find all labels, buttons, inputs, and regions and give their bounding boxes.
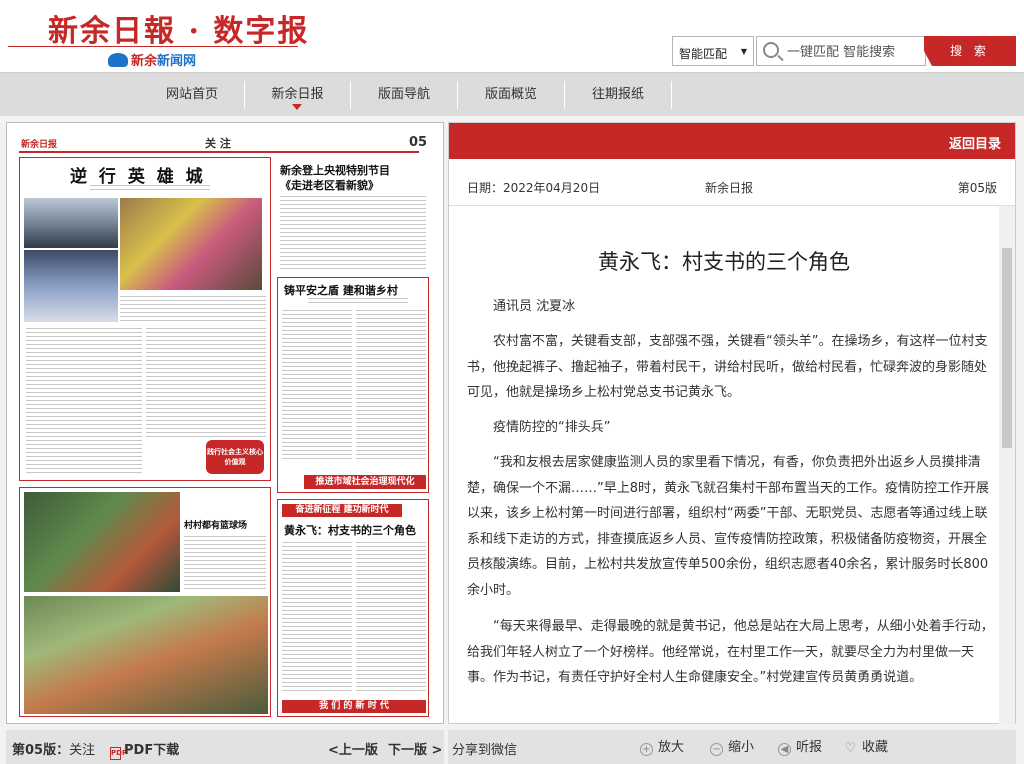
banner-our-era: 我 们 的 新 时 代	[282, 700, 426, 713]
article-header-bar: 返回目录	[449, 123, 1015, 159]
search-box[interactable]	[756, 36, 926, 66]
newspaper-section-title: 关 注	[205, 137, 231, 150]
news-logo-icon	[108, 53, 128, 67]
zoom-in-label: 放大	[658, 740, 685, 755]
nav-item-home[interactable]: 网站首页	[140, 73, 244, 116]
safety-subheadline	[308, 298, 408, 306]
page-nav-bar: 第05版：关注 PDFPDF下载 <上一版 下一版 >	[6, 730, 444, 764]
caret-down-icon: ▼	[740, 47, 747, 56]
story-block-huang[interactable]: 奋进新征程 建功新时代 黄永飞：村支书的三个角色 我 们 的 新 时 代	[277, 499, 429, 717]
zoom-in-button[interactable]: + 放大	[640, 736, 684, 756]
logo-sub-brand: 新余	[131, 54, 158, 69]
safety-text-col-1	[282, 310, 352, 460]
zoom-out-button[interactable]: − 缩小	[710, 736, 754, 756]
favorite-label: 收藏	[862, 740, 889, 755]
listen-label: 听报	[796, 740, 823, 755]
newspaper-masthead: 新余日报	[21, 140, 58, 150]
article-title: 黄永飞：村支书的三个角色	[598, 250, 850, 274]
zoom-out-label: 缩小	[728, 740, 755, 755]
headline-huang: 黄永飞：村支书的三个角色	[284, 524, 416, 537]
page-thumbnail-panel: 新余日报 关 注 05 逆 行 英 雄 城 践行社会主义核心价值观 新余登上央视…	[6, 122, 444, 724]
core-values-badge: 践行社会主义核心价值观	[206, 440, 264, 474]
article-panel: 返回目录 日期：2022年04月20日 新余日报 第05版 黄永飞：村支书的三个…	[448, 122, 1016, 724]
main-nav: 网站首页 新余日报 版面导航 版面概览 往期报纸	[0, 72, 1024, 116]
headline-cctv-b: 《走进老区看新貌》	[280, 179, 379, 192]
cctv-text	[280, 196, 426, 272]
subheadline-lines	[90, 185, 210, 193]
banner-new-era: 奋进新征程 建功新时代	[282, 504, 402, 517]
site-logo-title[interactable]: 新余日報 · 数字报	[48, 6, 309, 50]
zoom-in-icon: +	[640, 743, 653, 756]
article-toolbar: 分享到微信 + 放大 − 缩小 ◀ 听报 ♡ 收藏	[448, 730, 1016, 764]
pdf-download-label: PDF下载	[124, 743, 180, 758]
pdf-icon: PDF	[110, 747, 127, 760]
article-subheading: 疫情防控的“排头兵”	[493, 420, 611, 435]
logo-sub-net: 新闻网	[157, 54, 197, 69]
story-text-col-1	[26, 328, 142, 476]
favorite-button[interactable]: ♡ 收藏	[844, 736, 888, 756]
headline-cctv-a: 新余登上央视特别节目	[280, 164, 390, 177]
story-block-cctv[interactable]: 新余登上央视特别节目 《走进老区看新貌》	[277, 157, 429, 275]
edition-section: 关注	[69, 743, 96, 758]
listen-button[interactable]: ◀ 听报	[778, 736, 822, 756]
article-scrollbar[interactable]	[999, 206, 1015, 724]
listen-icon: ◀	[778, 743, 791, 756]
article-edition: 第05版	[957, 181, 997, 195]
logo-divider	[8, 46, 298, 47]
huang-text-col-2	[356, 542, 426, 692]
scrollbar-thumb[interactable]	[1002, 248, 1012, 448]
story-block-safety[interactable]: 铸平安之盾 建和谐乡村 推进市域社会治理现代化	[277, 277, 429, 493]
story-block-heroes[interactable]: 逆 行 英 雄 城 践行社会主义核心价值观	[19, 157, 271, 481]
news-site-logo[interactable]: 新余新闻网	[108, 50, 196, 69]
share-wechat-link[interactable]: 分享到微信	[452, 739, 517, 758]
zoom-out-icon: −	[710, 743, 723, 756]
huang-text-col-1	[282, 542, 352, 692]
story-block-basketball[interactable]: 村村都有篮球场	[19, 487, 271, 717]
photo-basketball-court-aerial	[24, 492, 180, 592]
back-to-contents-link[interactable]: 返回目录	[949, 133, 1001, 152]
article-paper-name: 新余日报	[705, 181, 754, 195]
nav-item-page-nav[interactable]: 版面导航	[351, 73, 457, 116]
article-paragraph: “我和友根去居家健康监测人员的家里看下情况，有香，你负责把外出返乡人员摸排清楚，…	[467, 455, 990, 598]
search-mode-value: 智能匹配	[679, 47, 728, 61]
nav-item-archive[interactable]: 往期报纸	[565, 73, 671, 116]
heart-icon: ♡	[844, 741, 857, 756]
article-byline: 通讯员 沈夏冰	[493, 299, 576, 314]
pdf-download-link[interactable]: PDFPDF下载	[110, 739, 179, 760]
prev-page-link[interactable]: <上一版	[328, 739, 378, 758]
edition-number: 第05版：	[12, 743, 70, 758]
headline-basketball: 村村都有篮球场	[184, 521, 248, 531]
search-mode-select[interactable]: 智能匹配 ▼	[672, 36, 754, 66]
photo-team-group	[24, 250, 118, 322]
search-button[interactable]: 搜 索	[924, 36, 1016, 66]
basketball-text	[184, 536, 266, 592]
photo-caption-lines	[120, 296, 266, 322]
newspaper-page-image[interactable]: 新余日报 关 注 05 逆 行 英 雄 城 践行社会主义核心价值观 新余登上央视…	[15, 131, 437, 719]
story-text-col-2	[146, 328, 266, 438]
nav-divider	[671, 81, 672, 109]
nav-active-arrow-icon	[292, 104, 302, 110]
current-edition-label: 第05版：关注	[12, 739, 95, 758]
headline-safety: 铸平安之盾 建和谐乡村	[284, 284, 398, 297]
search-input[interactable]	[787, 42, 921, 62]
nav-item-overview[interactable]: 版面概览	[458, 73, 564, 116]
article-date: 日期：2022年04月20日	[467, 181, 601, 195]
newspaper-top-rule	[19, 151, 419, 153]
headline-heroes: 逆 行 英 雄 城	[70, 167, 206, 187]
photo-medical-team-bus	[24, 198, 118, 248]
newspaper-page-number: 05	[409, 135, 428, 150]
next-page-link[interactable]: 下一版 >	[388, 739, 442, 758]
search-icon	[763, 42, 779, 58]
safety-text-col-2	[356, 310, 426, 460]
photo-basketball-players	[24, 596, 268, 714]
article-body[interactable]: 黄永飞：村支书的三个角色 通讯员 沈夏冰 农村富不富，关键看支部，支部强不强，关…	[449, 206, 999, 724]
article-paragraph: 农村富不富，关键看支部，支部强不强，关键看“领头羊”。在操场乡，有这样一位村支书…	[467, 334, 988, 400]
article-paragraph: “每天来得最早、走得最晚的就是黄书记，他总是站在大局上思考，从细小处着手行动，给…	[467, 619, 994, 685]
site-header: 新余日報 · 数字报 新余新闻网 智能匹配 ▼ 搜 索	[0, 0, 1024, 72]
banner-governance: 推进市域社会治理现代化	[304, 475, 426, 489]
photo-volunteers-rain	[120, 198, 262, 290]
